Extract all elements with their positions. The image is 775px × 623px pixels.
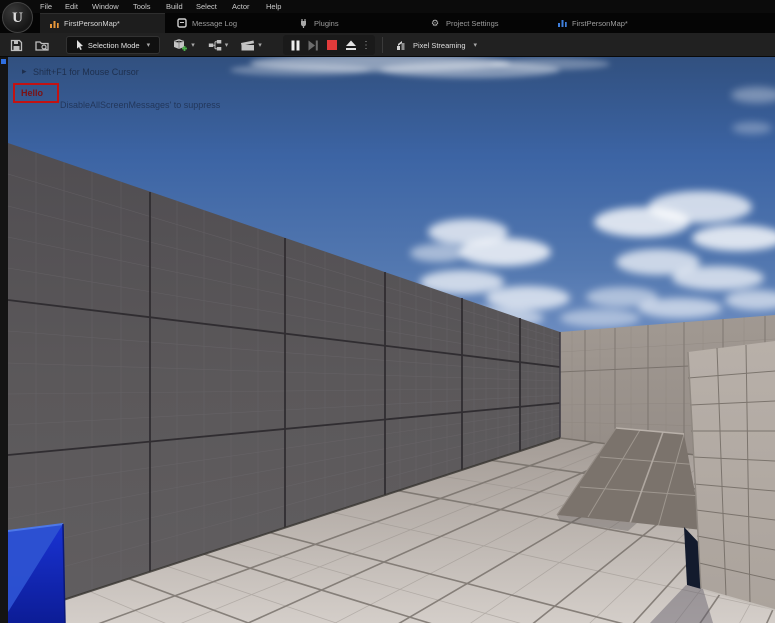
- save-icon: [10, 39, 23, 52]
- chevron-down-icon: ▾: [225, 41, 229, 49]
- right-panel-wall: [688, 341, 775, 610]
- stop-button[interactable]: [325, 36, 339, 54]
- content-browser-button[interactable]: [33, 36, 51, 54]
- project-settings-gear-icon: ⚙: [431, 18, 441, 28]
- suppress-message-text: DisableAllScreenMessages' to suppress: [60, 100, 220, 110]
- pause-button[interactable]: [288, 36, 302, 54]
- tab-plugins[interactable]: Plugins: [290, 13, 348, 33]
- cursor-icon: [76, 40, 84, 50]
- hello-debug-text: Hello: [21, 88, 43, 98]
- pixel-streaming-dropdown[interactable]: Pixel Streaming ▾: [396, 36, 477, 54]
- cinematics-button[interactable]: ▾: [238, 36, 264, 54]
- frame-skip-icon: [308, 40, 318, 51]
- save-button[interactable]: [8, 36, 24, 54]
- tab-label: Plugins: [314, 19, 339, 28]
- blueprints-button[interactable]: ▾: [206, 36, 230, 54]
- pixel-streaming-label: Pixel Streaming: [413, 41, 466, 50]
- menu-edit[interactable]: Edit: [61, 0, 82, 13]
- pause-icon: [291, 40, 300, 51]
- message-log-icon: [177, 18, 187, 28]
- level-editor-toolbar: Selection Mode ▾ ▾ ▾ ▾ ⋮: [0, 33, 775, 57]
- unreal-engine-logo-icon[interactable]: U: [2, 2, 33, 33]
- content-browser-icon: [35, 39, 49, 52]
- pixel-streaming-icon: [396, 40, 408, 51]
- main-menu-bar: File Edit Window Tools Build Select Acto…: [0, 0, 775, 13]
- menu-build[interactable]: Build: [162, 0, 187, 13]
- tab-firstpersonmap-2[interactable]: FirstPersonMap*: [548, 13, 637, 33]
- tab-label: FirstPersonMap*: [572, 19, 628, 28]
- pie-game-viewport[interactable]: ▸ Shift+F1 for Mouse Cursor DisableAllSc…: [0, 57, 775, 623]
- chevron-down-icon: ▾: [258, 41, 262, 49]
- pie-focus-marker: [1, 59, 6, 64]
- add-actor-button[interactable]: ▾: [171, 36, 197, 54]
- toolbar-separator: [382, 37, 383, 53]
- tab-project-settings[interactable]: ⚙ Project Settings: [422, 13, 508, 33]
- selection-mode-label: Selection Mode: [88, 41, 140, 50]
- frame-skip-button[interactable]: [306, 36, 320, 54]
- mouse-cursor-hint-text: Shift+F1 for Mouse Cursor: [33, 67, 139, 77]
- menu-help[interactable]: Help: [262, 0, 285, 13]
- level-modified-orange-icon: [49, 19, 59, 29]
- blueprint-node-icon: [208, 39, 222, 51]
- tab-label: Message Log: [192, 19, 237, 28]
- asset-tab-bar: FirstPersonMap* Message Log Plugins ⚙ Pr…: [0, 13, 775, 33]
- menu-select[interactable]: Select: [192, 0, 221, 13]
- plugin-icon: [299, 18, 309, 28]
- level-blue-icon: [557, 18, 567, 28]
- chevron-down-icon: ▾: [147, 41, 151, 49]
- tab-label: Project Settings: [446, 19, 499, 28]
- play-options-button[interactable]: ⋮: [362, 36, 370, 54]
- stop-icon: [327, 40, 337, 50]
- eject-button[interactable]: [343, 36, 359, 54]
- hello-debug-message-box: Hello: [13, 83, 59, 103]
- menu-window[interactable]: Window: [88, 0, 123, 13]
- clapperboard-icon: [240, 39, 255, 51]
- tab-firstpersonmap-active[interactable]: FirstPersonMap*: [40, 13, 165, 33]
- hint-arrow-icon: ▸: [22, 66, 27, 77]
- tab-message-log[interactable]: Message Log: [168, 13, 246, 33]
- selection-mode-dropdown[interactable]: Selection Mode ▾: [66, 36, 160, 54]
- chevron-down-icon: ▾: [474, 41, 478, 49]
- add-cube-icon: [173, 38, 188, 52]
- 3d-scene: [0, 57, 775, 623]
- menu-file[interactable]: File: [36, 0, 56, 13]
- menu-actor[interactable]: Actor: [228, 0, 254, 13]
- viewport-left-gutter: [0, 57, 8, 623]
- tab-label: FirstPersonMap*: [64, 19, 120, 28]
- eject-icon: [345, 40, 357, 51]
- blue-cube: [8, 524, 65, 623]
- chevron-down-icon: ▾: [191, 41, 195, 49]
- menu-tools[interactable]: Tools: [129, 0, 155, 13]
- unreal-editor-window: File Edit Window Tools Build Select Acto…: [0, 0, 775, 623]
